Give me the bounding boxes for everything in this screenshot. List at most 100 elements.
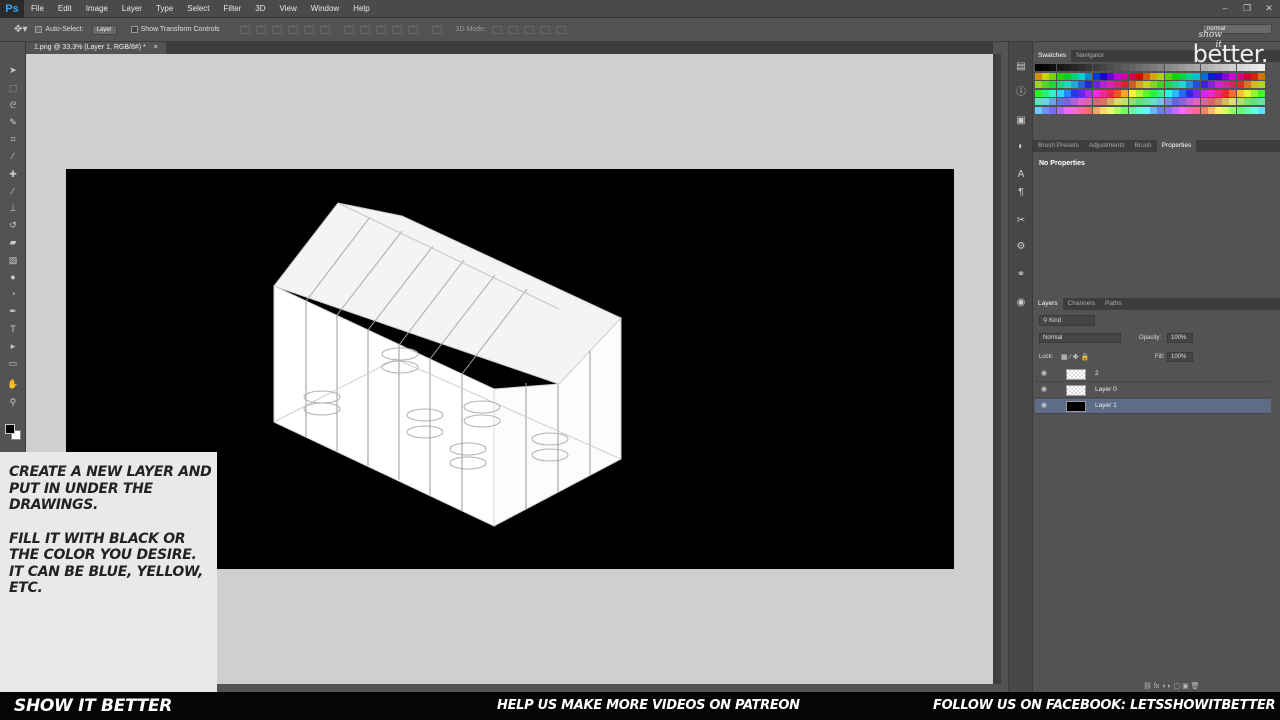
swatch-cell[interactable] bbox=[1056, 72, 1064, 80]
tab-layers[interactable]: Layers bbox=[1033, 298, 1063, 310]
swatch-cell[interactable] bbox=[1049, 64, 1057, 71]
swatch-cell[interactable] bbox=[1164, 72, 1172, 80]
swatch-cell[interactable] bbox=[1157, 89, 1165, 97]
dodge-icon[interactable]: ◔ bbox=[7, 288, 19, 300]
swatch-cell[interactable] bbox=[1128, 106, 1136, 114]
swatch-cell[interactable] bbox=[1236, 89, 1244, 97]
swatch-cell[interactable] bbox=[1092, 106, 1100, 114]
swatch-cell[interactable] bbox=[1056, 64, 1064, 71]
swatch-cell[interactable] bbox=[1056, 106, 1064, 114]
transform-controls-checkbox[interactable] bbox=[130, 26, 138, 33]
swatch-cell[interactable] bbox=[1207, 98, 1215, 105]
swatch-cell[interactable] bbox=[1236, 98, 1244, 105]
move-tool-preset-icon[interactable]: ✥▾ bbox=[14, 24, 27, 35]
swatch-cell[interactable] bbox=[1121, 98, 1129, 105]
swatch-cell[interactable] bbox=[1035, 106, 1042, 114]
swatch-cell[interactable] bbox=[1071, 106, 1078, 114]
swatch-cell[interactable] bbox=[1150, 64, 1158, 71]
auto-select-option[interactable]: Auto-Select: bbox=[35, 26, 84, 33]
eye-icon[interactable]: ◉ bbox=[1041, 385, 1047, 393]
swatch-cell[interactable] bbox=[1164, 106, 1172, 114]
swatch-cell[interactable] bbox=[1092, 81, 1100, 88]
distribute-left-icon[interactable] bbox=[391, 25, 402, 34]
menu-window[interactable]: Window bbox=[304, 0, 346, 18]
swatch-cell[interactable] bbox=[1092, 98, 1100, 105]
swatch-cell[interactable] bbox=[1092, 64, 1100, 71]
align-vcenter-icon[interactable] bbox=[255, 25, 266, 34]
zoom-icon[interactable]: ⚲ bbox=[7, 396, 19, 408]
restore-button[interactable]: ❐ bbox=[1236, 0, 1258, 16]
swatch-cell[interactable] bbox=[1063, 89, 1071, 97]
swatch-cell[interactable] bbox=[1215, 106, 1222, 114]
swatch-cell[interactable] bbox=[1128, 64, 1136, 71]
swatch-cell[interactable] bbox=[1215, 72, 1222, 80]
swatch-cell[interactable] bbox=[1114, 98, 1122, 105]
swatch-cell[interactable] bbox=[1035, 81, 1042, 88]
blend-mode-dropdown[interactable]: Normal bbox=[1039, 333, 1121, 343]
swatch-cell[interactable] bbox=[1186, 106, 1194, 114]
swatch-cell[interactable] bbox=[1143, 72, 1150, 80]
swatch-cell[interactable] bbox=[1186, 98, 1194, 105]
swatch-cell[interactable] bbox=[1121, 106, 1129, 114]
swatch-cell[interactable] bbox=[1128, 98, 1136, 105]
swatch-cell[interactable] bbox=[1179, 64, 1186, 71]
tab-brush-presets[interactable]: Brush Presets bbox=[1033, 140, 1084, 152]
swatch-cell[interactable] bbox=[1042, 106, 1050, 114]
swatch-cell[interactable] bbox=[1164, 89, 1172, 97]
swatch-cell[interactable] bbox=[1171, 81, 1179, 88]
swatch-cell[interactable] bbox=[1085, 64, 1093, 71]
swatch-cell[interactable] bbox=[1049, 81, 1057, 88]
swatch-cell[interactable] bbox=[1063, 64, 1071, 71]
move-icon[interactable]: ➤ bbox=[7, 64, 19, 76]
swatch-cell[interactable] bbox=[1200, 81, 1208, 88]
swatch-cell[interactable] bbox=[1049, 89, 1057, 97]
swatch-cell[interactable] bbox=[1035, 89, 1042, 97]
eyedropper-icon[interactable]: ⁄ bbox=[7, 150, 19, 162]
swatch-cell[interactable] bbox=[1243, 89, 1251, 97]
swatch-cell[interactable] bbox=[1150, 106, 1158, 114]
swatch-cell[interactable] bbox=[1222, 72, 1230, 80]
align-hcenter-icon[interactable] bbox=[303, 25, 314, 34]
swatch-cell[interactable] bbox=[1056, 81, 1064, 88]
swatch-cell[interactable] bbox=[1222, 89, 1230, 97]
swatch-cell[interactable] bbox=[1107, 64, 1114, 71]
swatch-cell[interactable] bbox=[1215, 98, 1222, 105]
swatch-cell[interactable] bbox=[1099, 81, 1107, 88]
close-button[interactable]: ✕ bbox=[1258, 0, 1280, 16]
swatch-cell[interactable] bbox=[1078, 81, 1086, 88]
swatch-cell[interactable] bbox=[1222, 106, 1230, 114]
layer-row[interactable]: ◉ 2 bbox=[1035, 367, 1271, 382]
path-select-icon[interactable]: ▸ bbox=[7, 340, 19, 352]
swatch-cell[interactable] bbox=[1135, 81, 1143, 88]
swatch-cell[interactable] bbox=[1207, 72, 1215, 80]
swatch-cell[interactable] bbox=[1164, 81, 1172, 88]
layer-filter-dropdown[interactable]: ⚲ Kind bbox=[1039, 315, 1095, 326]
swatch-cell[interactable] bbox=[1200, 106, 1208, 114]
fill-input[interactable]: 100% bbox=[1167, 352, 1193, 362]
swatch-cell[interactable] bbox=[1049, 98, 1057, 105]
swatch-cell[interactable] bbox=[1200, 98, 1208, 105]
swatch-cell[interactable] bbox=[1251, 72, 1258, 80]
photoshop-logo[interactable]: Ps bbox=[0, 0, 24, 18]
swatch-cell[interactable] bbox=[1143, 98, 1150, 105]
3d-rotate-icon[interactable] bbox=[491, 25, 502, 34]
swatch-cell[interactable] bbox=[1207, 106, 1215, 114]
swatch-cell[interactable] bbox=[1135, 64, 1143, 71]
swatch-cell[interactable] bbox=[1143, 106, 1150, 114]
tab-properties[interactable]: Properties bbox=[1156, 140, 1197, 152]
swatch-cell[interactable] bbox=[1114, 106, 1122, 114]
swatch-cell[interactable] bbox=[1071, 81, 1078, 88]
distribute-top-icon[interactable] bbox=[343, 25, 354, 34]
clone-source-icon[interactable]: ⚙ bbox=[1014, 240, 1028, 254]
swatch-cell[interactable] bbox=[1164, 64, 1172, 71]
swatch-cell[interactable] bbox=[1143, 89, 1150, 97]
menu-image[interactable]: Image bbox=[79, 0, 115, 18]
swatch-cell[interactable] bbox=[1107, 98, 1114, 105]
align-left-icon[interactable] bbox=[287, 25, 298, 34]
swatch-cell[interactable] bbox=[1071, 98, 1078, 105]
type-icon[interactable]: T bbox=[7, 323, 19, 335]
tab-brush[interactable]: Brush bbox=[1130, 140, 1157, 152]
swatch-cell[interactable] bbox=[1179, 98, 1186, 105]
swatch-cell[interactable] bbox=[1085, 89, 1093, 97]
swatch-cell[interactable] bbox=[1035, 98, 1042, 105]
